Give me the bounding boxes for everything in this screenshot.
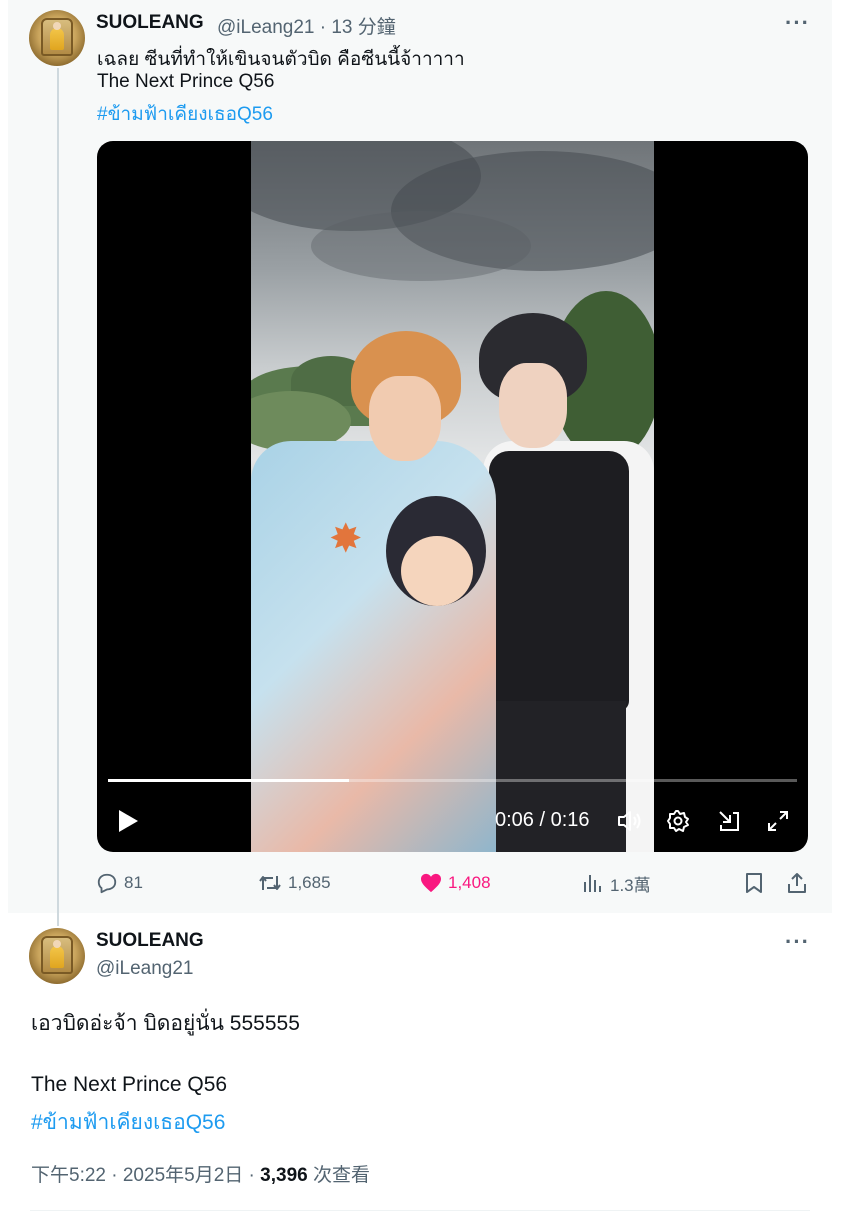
fullscreen-icon[interactable]	[766, 809, 790, 838]
avatar[interactable]	[29, 928, 85, 984]
like-button[interactable]: 1,408	[420, 872, 491, 894]
bookmark-icon	[744, 872, 764, 894]
more-options-icon[interactable]: ···	[785, 929, 810, 955]
play-icon[interactable]	[117, 809, 139, 838]
reply-button[interactable]: 81	[96, 872, 143, 894]
divider	[30, 1210, 810, 1211]
author-name[interactable]: SUOLEANG	[96, 930, 204, 952]
view-count: 3,396	[260, 1165, 308, 1186]
analytics-icon	[582, 872, 604, 894]
timestamp[interactable]: 下午5:22 · 2025年5月2日 ·	[31, 1165, 260, 1186]
video-progress-fill	[108, 779, 349, 782]
pip-icon[interactable]	[717, 809, 741, 838]
views-count: 1.3萬	[610, 875, 651, 895]
video-player[interactable]: ✸ 0:06 / 0:16	[97, 141, 808, 852]
bookmark-button[interactable]	[744, 872, 764, 894]
like-count: 1,408	[448, 873, 491, 892]
reply-icon	[96, 872, 118, 894]
repost-count: 1,685	[288, 873, 331, 892]
tweet-text-line: เอวบิดอ่ะจ้า บิดอยู่นั่น 555555	[31, 1012, 300, 1035]
author-handle-time[interactable]: @iLeang21 · 13 分鐘	[217, 12, 396, 39]
repost-button[interactable]: 1,685	[258, 872, 331, 894]
reply-count: 81	[124, 873, 143, 892]
gear-icon[interactable]	[666, 809, 690, 838]
views-button[interactable]: 1.3萬	[582, 872, 651, 895]
author-handle[interactable]: @iLeang21	[96, 958, 193, 980]
more-options-icon[interactable]: ···	[785, 10, 810, 36]
video-frame: ✸	[251, 141, 654, 852]
hashtag-link[interactable]: #ข้ามฟ้าเคียงเธอQ56	[97, 99, 273, 129]
thread-connector-line	[57, 68, 59, 926]
view-label: 次查看	[307, 1165, 370, 1186]
tweet-meta: 下午5:22 · 2025年5月2日 · 3,396 次查看	[31, 1160, 370, 1187]
tweet-text-line: The Next Prince Q56	[31, 1073, 228, 1096]
share-icon	[786, 872, 808, 894]
hashtag-link[interactable]: #ข้ามฟ้าเคียงเธอQ56	[31, 1106, 225, 1139]
heart-icon	[420, 873, 442, 893]
tweet-text-line: เฉลย ซีนที่ทำให้เขินจนตัวบิด คือซีนนี้จ้…	[97, 49, 465, 70]
author-name[interactable]: SUOLEANG	[96, 12, 204, 34]
share-button[interactable]	[786, 872, 808, 894]
tweet-text-line: The Next Prince Q56	[97, 71, 275, 92]
volume-icon[interactable]	[616, 809, 644, 838]
avatar[interactable]	[29, 10, 85, 66]
video-time: 0:06 / 0:16	[495, 809, 590, 831]
repost-icon	[258, 872, 282, 894]
